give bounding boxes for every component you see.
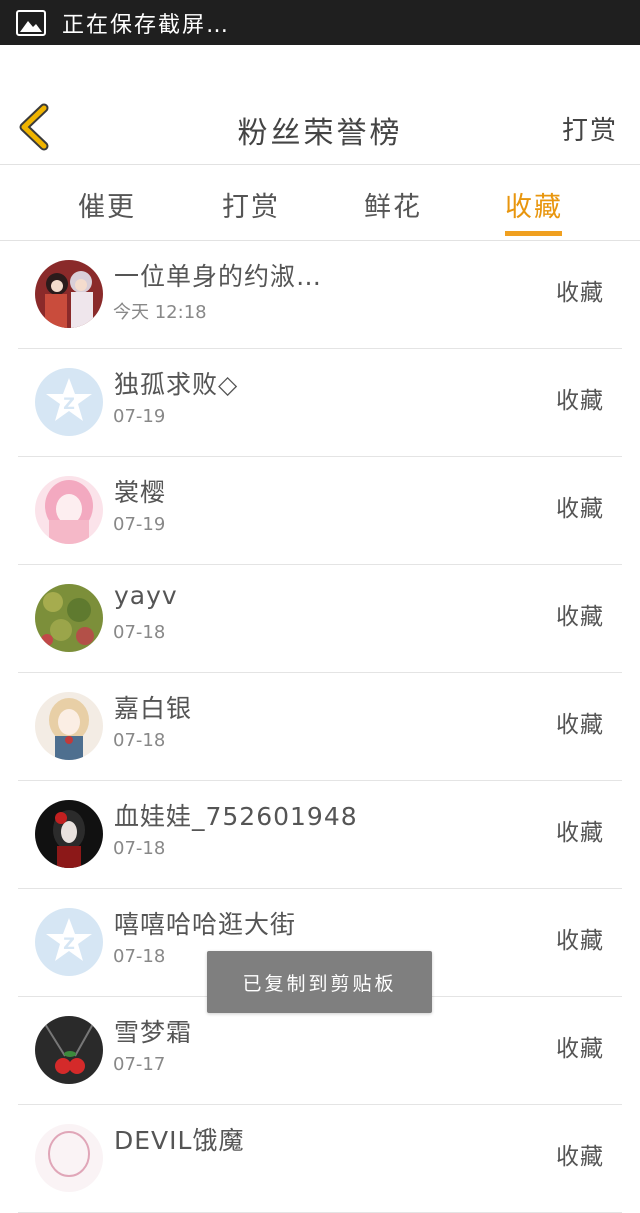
tab-bar: 催更 打赏 鲜花 收藏 — [0, 165, 640, 241]
fan-name: 血娃娃_752601948 — [114, 802, 358, 831]
toast: 已复制到剪贴板 — [207, 951, 432, 1013]
fan-date: 07-19 — [113, 514, 166, 535]
avatar[interactable]: Z — [35, 908, 103, 976]
avatar[interactable] — [35, 800, 103, 868]
fan-name: 雪梦霜 — [114, 1018, 193, 1047]
image-icon — [16, 9, 46, 36]
fan-date: 07-19 — [113, 406, 166, 427]
fan-date: 07-18 — [113, 946, 166, 967]
svg-text:Z: Z — [63, 934, 75, 953]
page-title: 粉丝荣誉榜 — [237, 116, 403, 151]
list-item[interactable]: yayv 07-18 收藏 — [18, 565, 622, 673]
list-item[interactable]: DEVIL饿魔 收藏 — [18, 1105, 622, 1213]
avatar[interactable]: Z — [35, 368, 103, 436]
fan-name: 独孤求败◇ — [114, 370, 239, 399]
avatar[interactable] — [35, 584, 103, 652]
list-item[interactable]: Z 独孤求败◇ 07-19 收藏 — [18, 349, 622, 457]
nav-bar: 粉丝荣誉榜 打赏 — [0, 90, 640, 165]
svg-text:Z: Z — [63, 394, 75, 413]
fan-name: yayv — [114, 581, 178, 610]
list-item[interactable]: 一位单身的约淑… 今天 12:18 收藏 — [18, 241, 622, 349]
fan-date: 今天 12:18 — [113, 302, 207, 323]
avatar[interactable] — [35, 260, 103, 328]
tab-flowers[interactable]: 鲜花 — [364, 185, 422, 224]
reward-button[interactable]: 打赏 — [562, 110, 618, 147]
fan-name: 裳樱 — [114, 478, 167, 507]
fan-action: 收藏 — [556, 820, 604, 846]
list-item[interactable]: 血娃娃_752601948 07-18 收藏 — [18, 781, 622, 889]
fan-action: 收藏 — [556, 604, 604, 630]
tab-favorites[interactable]: 收藏 — [505, 185, 563, 224]
fan-date: 07-18 — [113, 622, 166, 643]
fan-action: 收藏 — [556, 1036, 604, 1062]
status-bar: 正在保存截屏… — [0, 0, 640, 45]
fan-date: 07-18 — [113, 730, 166, 751]
tab-urge[interactable]: 催更 — [78, 185, 136, 224]
fan-list: 一位单身的约淑… 今天 12:18 收藏 Z 独孤求败◇ 07-19 收藏 裳樱… — [0, 241, 640, 1213]
fan-date: 07-17 — [113, 1054, 166, 1075]
fan-name: 一位单身的约淑… — [114, 262, 323, 291]
toast-text: 已复制到剪贴板 — [242, 972, 397, 995]
fan-action: 收藏 — [556, 496, 604, 522]
fan-date: 07-18 — [113, 838, 166, 859]
avatar[interactable] — [35, 1124, 103, 1192]
fan-name: DEVIL饿魔 — [114, 1126, 245, 1155]
fan-action: 收藏 — [556, 280, 604, 306]
active-tab-indicator — [505, 231, 562, 236]
status-text: 正在保存截屏… — [62, 12, 231, 38]
tab-reward[interactable]: 打赏 — [222, 185, 280, 224]
list-item[interactable]: 裳樱 07-19 收藏 — [18, 457, 622, 565]
fan-action: 收藏 — [556, 388, 604, 414]
fan-name: 嘉白银 — [114, 694, 193, 723]
list-item[interactable]: 雪梦霜 07-17 收藏 — [18, 997, 622, 1105]
avatar[interactable] — [35, 692, 103, 760]
fan-action: 收藏 — [556, 1144, 604, 1170]
list-item[interactable]: 嘉白银 07-18 收藏 — [18, 673, 622, 781]
fan-name: 嘻嘻哈哈逛大街 — [114, 910, 297, 939]
fan-action: 收藏 — [556, 928, 604, 954]
avatar[interactable] — [35, 1016, 103, 1084]
avatar[interactable] — [35, 476, 103, 544]
fan-action: 收藏 — [556, 712, 604, 738]
